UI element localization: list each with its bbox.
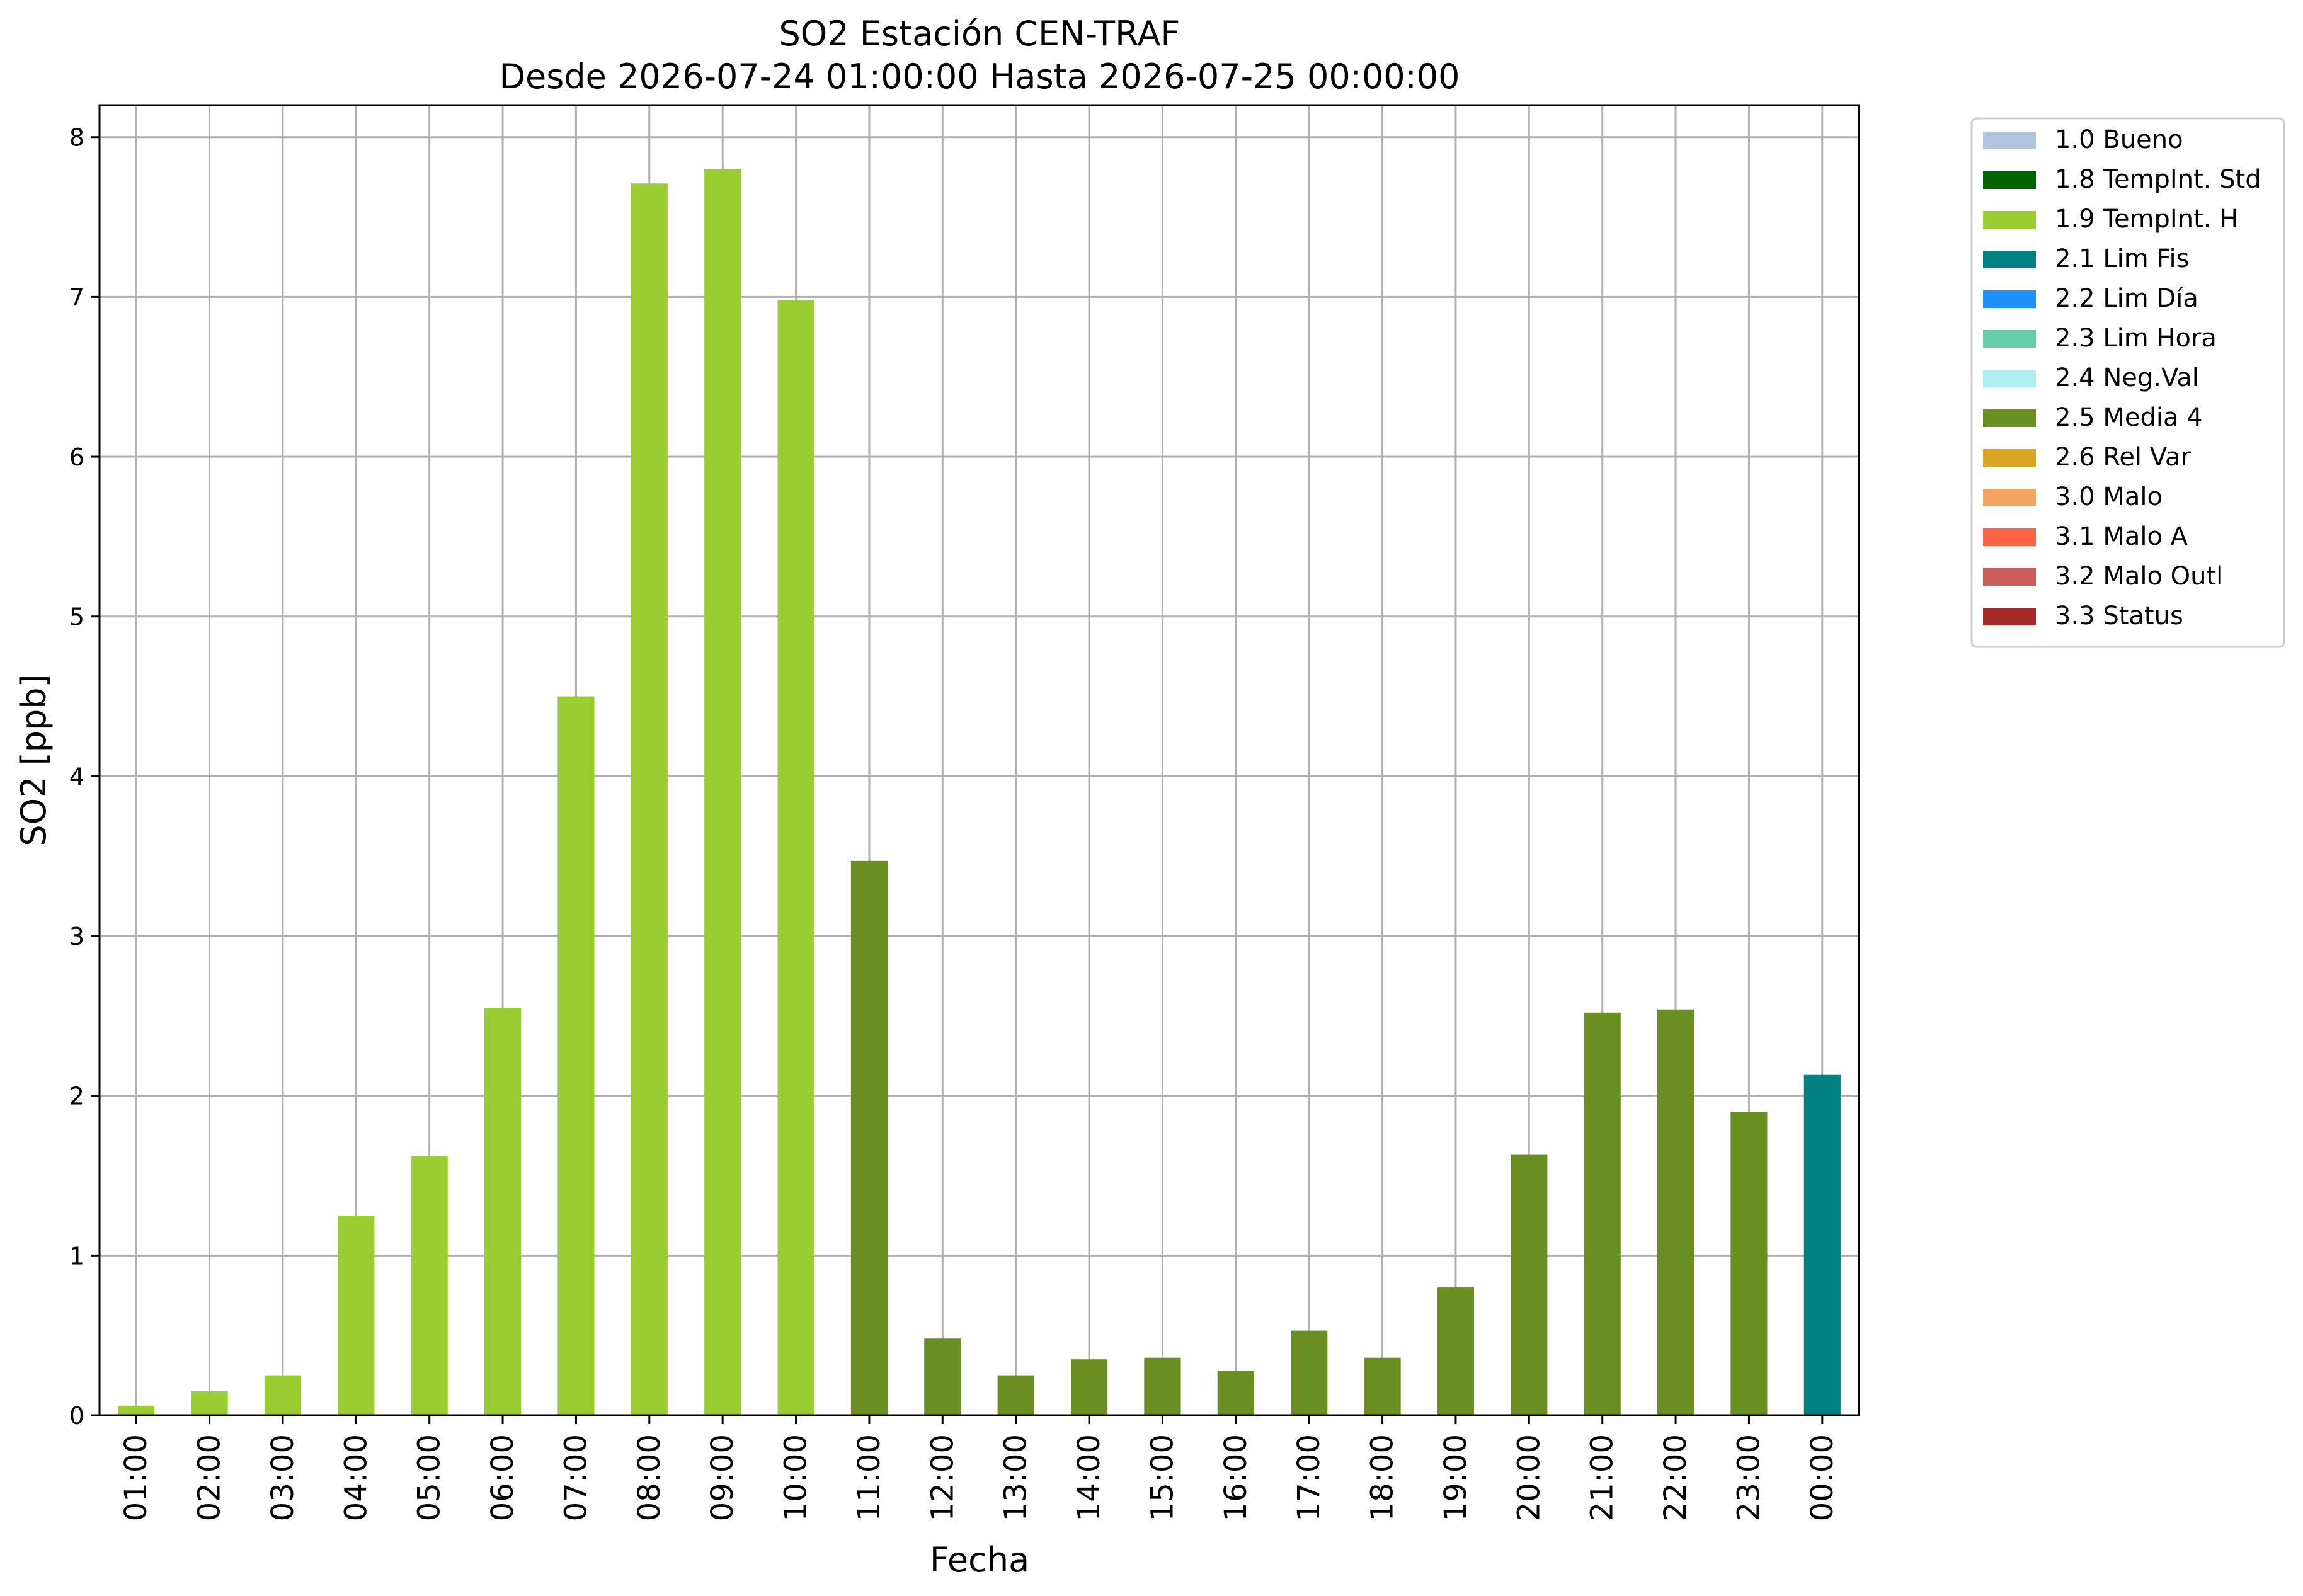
legend-swatch-0 bbox=[1983, 132, 2036, 149]
bar-0700 bbox=[557, 696, 595, 1415]
x-tick-label-0700: 07:00 bbox=[558, 1434, 593, 1521]
y-tick-label-7: 7 bbox=[69, 283, 84, 311]
legend-swatch-12 bbox=[1983, 608, 2036, 625]
x-tick-label-1500: 15:00 bbox=[1145, 1434, 1180, 1521]
bar-1100 bbox=[850, 860, 888, 1415]
legend-label-2: 1.9 TempInt. H bbox=[2055, 205, 2238, 234]
legend-label-7: 2.5 Media 4 bbox=[2055, 403, 2203, 432]
y-tick-label-2: 2 bbox=[69, 1083, 84, 1110]
bar-1800 bbox=[1364, 1357, 1401, 1415]
legend-swatch-3 bbox=[1983, 251, 2036, 268]
x-tick-label-1000: 10:00 bbox=[779, 1434, 814, 1521]
legend-swatch-9 bbox=[1983, 489, 2036, 506]
bar-0000 bbox=[1803, 1074, 1841, 1415]
bar-0300 bbox=[264, 1375, 302, 1415]
y-tick-label-8: 8 bbox=[69, 124, 84, 152]
legend-label-0: 1.0 Bueno bbox=[2055, 125, 2183, 154]
bar-series bbox=[118, 169, 1841, 1416]
x-tick-label-0000: 00:00 bbox=[1805, 1434, 1840, 1521]
legend-label-12: 3.3 Status bbox=[2055, 601, 2183, 630]
bar-0100 bbox=[118, 1405, 155, 1415]
legend: 1.0 Bueno 1.8 TempInt. Std 1.9 TempInt. H 2… bbox=[1970, 117, 2285, 648]
x-tick-label-1100: 11:00 bbox=[852, 1434, 887, 1521]
bar-1400 bbox=[1070, 1359, 1108, 1415]
y-axis-ticks: 0 1 2 3 4 5 6 7 8 bbox=[69, 124, 100, 1430]
legend-swatch-1 bbox=[1983, 171, 2036, 189]
x-tick-label-0300: 03:00 bbox=[265, 1434, 300, 1521]
y-tick-label-6: 6 bbox=[69, 443, 84, 471]
legend-label-4: 2.2 Lim Día bbox=[2055, 284, 2198, 313]
legend-label-10: 3.1 Malo A bbox=[2055, 522, 2188, 551]
bar-0200 bbox=[191, 1391, 228, 1415]
x-tick-label-1900: 19:00 bbox=[1438, 1434, 1473, 1521]
y-tick-label-1: 1 bbox=[69, 1242, 84, 1270]
legend-swatch-7 bbox=[1983, 409, 2036, 427]
x-tick-label-0900: 09:00 bbox=[705, 1434, 740, 1521]
legend-swatch-6 bbox=[1983, 370, 2036, 387]
x-tick-label-2200: 22:00 bbox=[1658, 1434, 1693, 1521]
bar-2100 bbox=[1584, 1012, 1621, 1415]
bar-0400 bbox=[338, 1215, 375, 1415]
legend-swatch-8 bbox=[1983, 449, 2036, 467]
bar-2300 bbox=[1730, 1112, 1768, 1415]
y-tick-label-3: 3 bbox=[69, 923, 84, 950]
bar-1700 bbox=[1291, 1330, 1328, 1415]
legend-label-11: 3.2 Malo Outl bbox=[2055, 562, 2223, 591]
x-tick-label-1200: 12:00 bbox=[925, 1434, 960, 1521]
legend-label-8: 2.6 Rel Var bbox=[2055, 443, 2192, 472]
legend-label-3: 2.1 Lim Fis bbox=[2055, 244, 2189, 273]
legend-swatch-11 bbox=[1983, 568, 2036, 586]
bar-0900 bbox=[704, 169, 741, 1416]
x-axis-label: Fecha bbox=[930, 1540, 1029, 1580]
legend-label-5: 2.3 Lim Hora bbox=[2055, 324, 2217, 353]
x-tick-label-0100: 01:00 bbox=[118, 1434, 154, 1521]
x-tick-label-1700: 17:00 bbox=[1291, 1434, 1327, 1521]
legend-swatch-4 bbox=[1983, 290, 2036, 308]
bar-1200 bbox=[924, 1338, 961, 1415]
y-tick-label-5: 5 bbox=[69, 603, 84, 631]
y-tick-label-4: 4 bbox=[69, 763, 84, 790]
x-tick-label-0800: 08:00 bbox=[632, 1434, 667, 1521]
legend-swatch-10 bbox=[1983, 528, 2036, 546]
bar-1900 bbox=[1437, 1287, 1475, 1415]
chart-subtitle: Desde 2026-07-24 01:00:00 Hasta 2026-07-… bbox=[499, 57, 1460, 96]
x-axis-ticks: 01:00 02:00 03:00 04:00 05:00 06:00 07:00 08:00… bbox=[118, 1415, 1840, 1521]
x-tick-label-1300: 13:00 bbox=[998, 1434, 1034, 1521]
bar-2000 bbox=[1511, 1154, 1548, 1415]
legend-label-1: 1.8 TempInt. Std bbox=[2055, 165, 2261, 194]
x-tick-label-2300: 23:00 bbox=[1731, 1434, 1766, 1521]
chart-title: SO2 Estación CEN-TRAF bbox=[779, 14, 1180, 54]
legend-swatch-2 bbox=[1983, 211, 2036, 229]
x-tick-label-0200: 02:00 bbox=[192, 1434, 227, 1521]
bar-0800 bbox=[631, 183, 668, 1415]
bar-0600 bbox=[484, 1008, 522, 1415]
y-axis-label: SO2 [ppb] bbox=[14, 674, 54, 846]
bar-1500 bbox=[1144, 1357, 1181, 1415]
bar-1300 bbox=[997, 1375, 1034, 1415]
legend-label-9: 3.0 Malo bbox=[2055, 482, 2163, 511]
x-tick-label-0600: 06:00 bbox=[485, 1434, 520, 1521]
legend-label-6: 2.4 Neg.Val bbox=[2055, 363, 2199, 392]
x-tick-label-1600: 16:00 bbox=[1218, 1434, 1254, 1521]
x-tick-label-0400: 04:00 bbox=[338, 1434, 374, 1521]
bar-1000 bbox=[777, 300, 814, 1416]
bar-2200 bbox=[1657, 1009, 1694, 1415]
x-tick-label-1800: 18:00 bbox=[1365, 1434, 1400, 1521]
bar-0500 bbox=[411, 1156, 448, 1415]
bar-1600 bbox=[1217, 1370, 1254, 1415]
y-tick-label-0: 0 bbox=[69, 1402, 84, 1430]
x-tick-label-0500: 05:00 bbox=[412, 1434, 447, 1521]
x-tick-label-1400: 14:00 bbox=[1071, 1434, 1107, 1521]
so2-bar-chart: SO2 Estación CEN-TRAF Desde 2026-07-24 0… bbox=[14, 14, 2285, 1580]
x-tick-label-2000: 20:00 bbox=[1511, 1434, 1546, 1521]
legend-swatch-5 bbox=[1983, 330, 2036, 348]
x-tick-label-2100: 21:00 bbox=[1585, 1434, 1620, 1521]
